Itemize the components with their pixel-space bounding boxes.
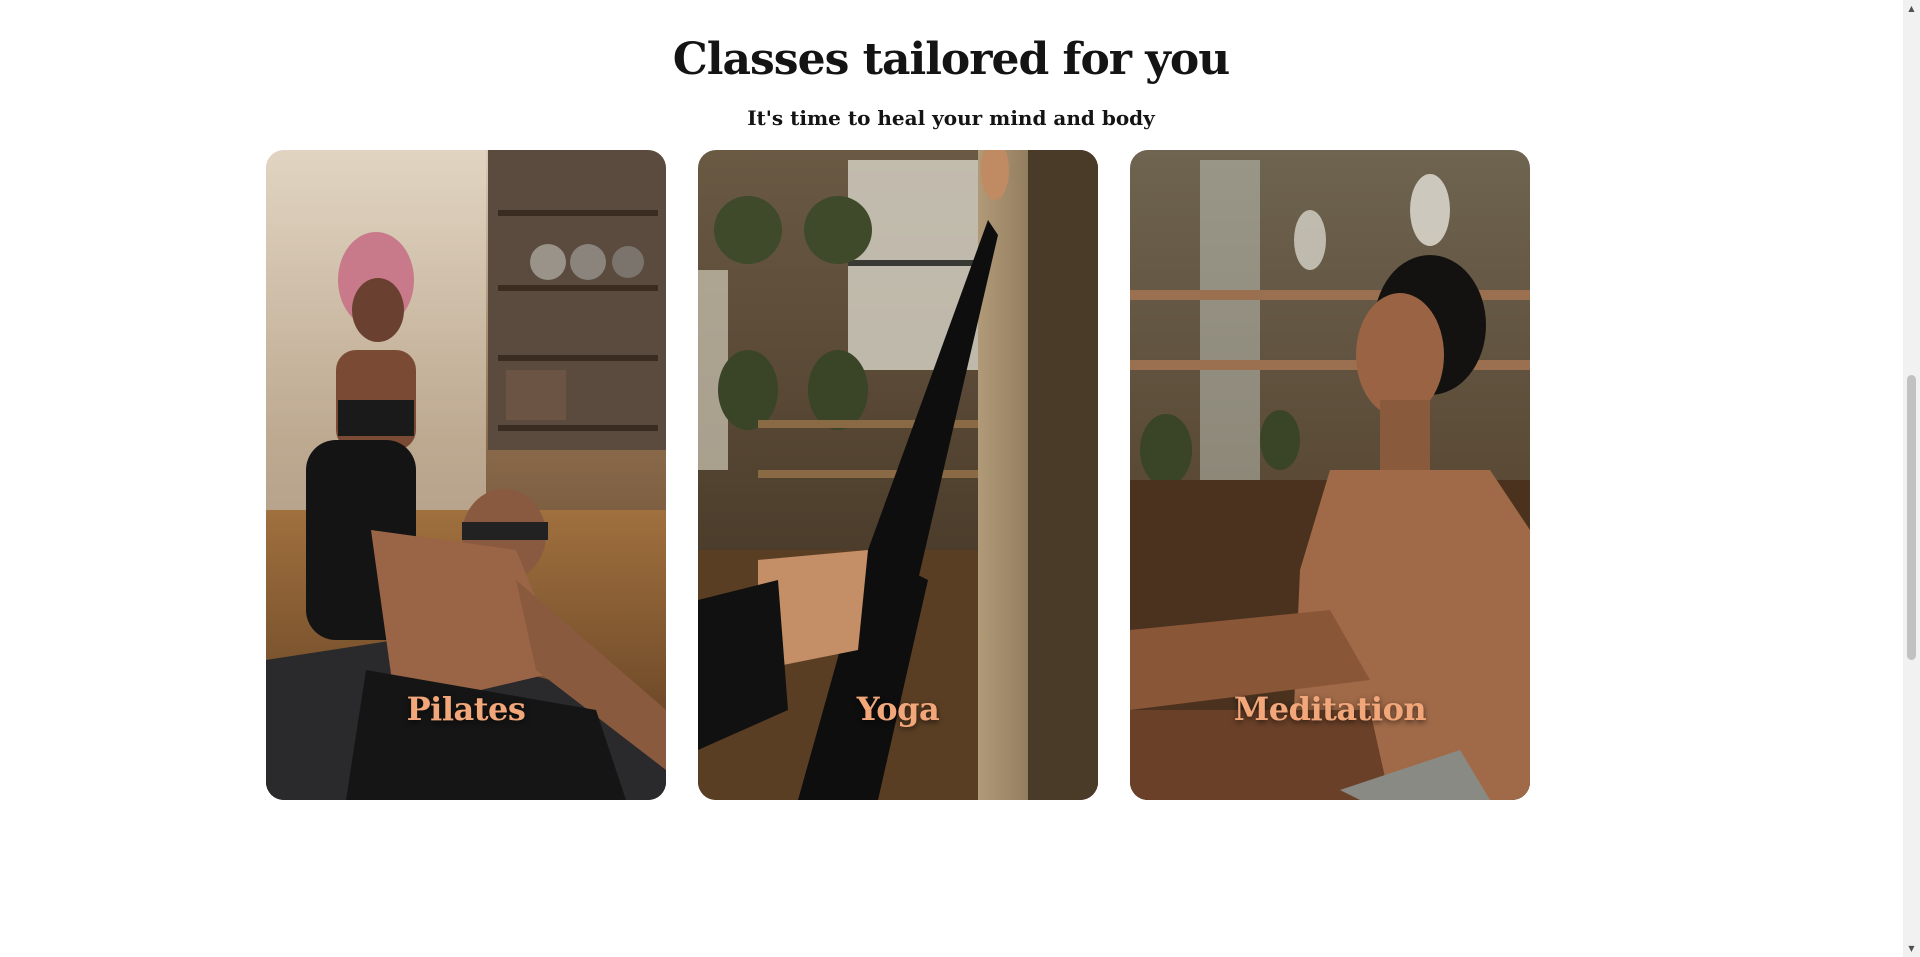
class-card-label: Pilates [406, 690, 526, 728]
scrollbar-thumb[interactable] [1907, 375, 1916, 660]
section-subtitle: It's time to heal your mind and body [747, 106, 1155, 130]
class-card-label: Yoga [856, 690, 940, 728]
class-card-meditation[interactable]: Meditation [1130, 150, 1530, 800]
scroll-up-arrow-icon[interactable]: ▲ [1903, 0, 1920, 17]
class-card-label: Meditation [1233, 690, 1427, 728]
page-scrollbar[interactable]: ▲ ▼ [1903, 0, 1920, 957]
class-cards: Pilates Yoga Meditation [266, 150, 1530, 800]
class-card-yoga[interactable]: Yoga [698, 150, 1098, 800]
scroll-down-arrow-icon[interactable]: ▼ [1903, 940, 1920, 957]
section-title: Classes tailored for you [672, 34, 1230, 85]
page: Classes tailored for you It's time to he… [0, 0, 1920, 957]
class-card-pilates[interactable]: Pilates [266, 150, 666, 800]
